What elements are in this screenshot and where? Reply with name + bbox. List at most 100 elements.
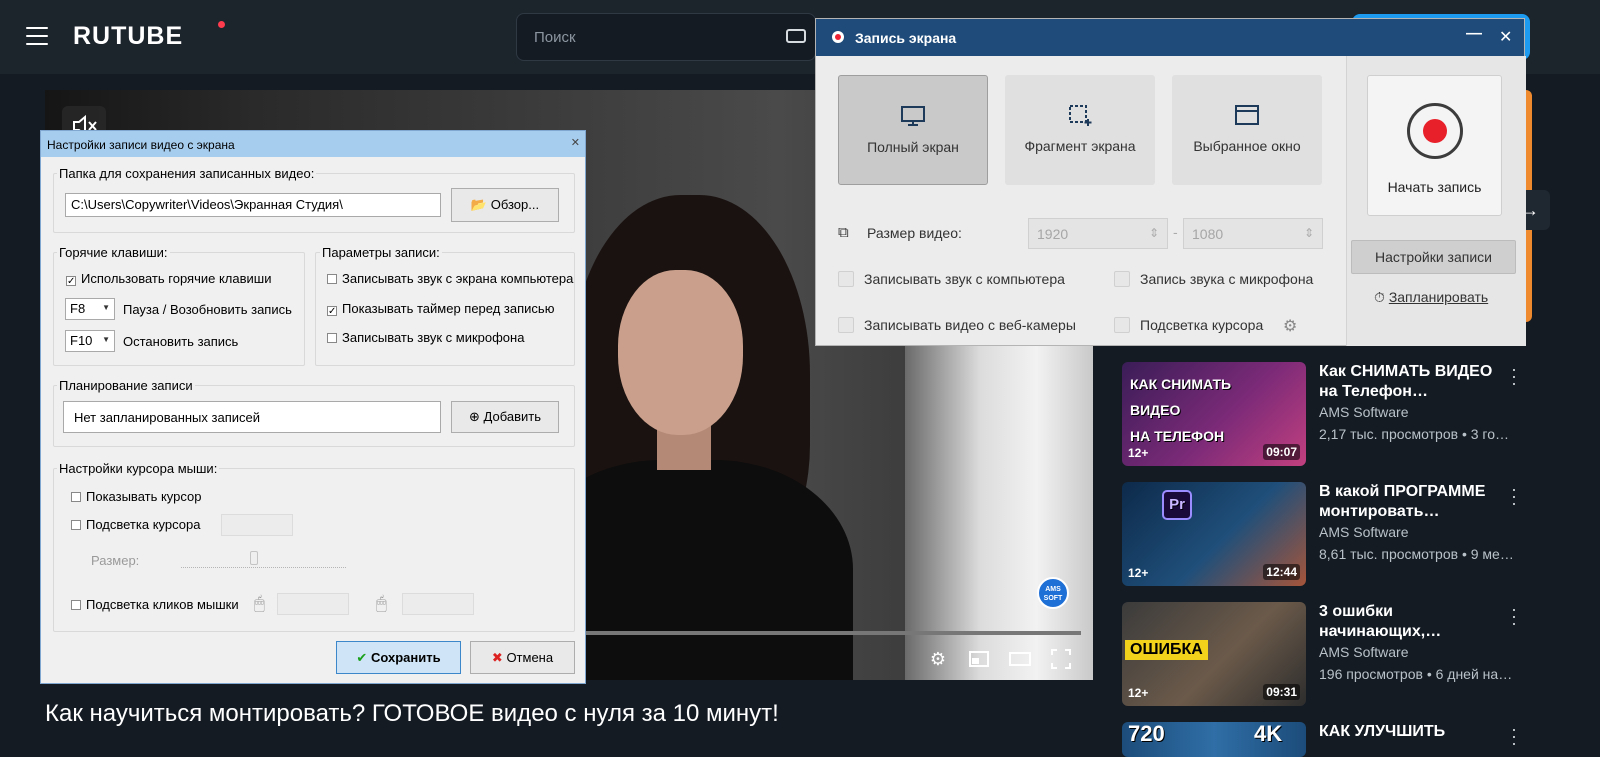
checkbox[interactable]: [327, 274, 337, 284]
record-settings-button[interactable]: Настройки записи: [1351, 240, 1516, 274]
browse-label: Обзор...: [490, 197, 540, 212]
size-separator: -: [1173, 224, 1178, 240]
add-schedule-button[interactable]: ⊕ Добавить: [451, 401, 559, 433]
highlight-cursor-checkbox[interactable]: Подсветка курсора: [71, 517, 200, 532]
more-options-icon[interactable]: · · ·: [1510, 722, 1518, 752]
pause-key-select[interactable]: F8: [65, 298, 115, 320]
cancel-button[interactable]: ✖ Отмена: [470, 641, 575, 674]
recommendation-title[interactable]: Как СНИМАТЬ ВИДЕО на Телефон…: [1319, 362, 1499, 402]
show-timer-checkbox[interactable]: ✓ Показывать таймер перед записью: [327, 301, 554, 317]
show-cursor-checkbox[interactable]: Показывать курсор: [71, 489, 202, 504]
theater-mode-icon[interactable]: [1009, 648, 1031, 670]
screen-recorder-window: Запись экрана — ✕ Полный экран Фрагмент …: [815, 18, 1526, 346]
checkbox[interactable]: [327, 333, 337, 343]
checkbox[interactable]: [838, 271, 854, 287]
recommendation-thumbnail[interactable]: КАК СНИМАТЬ ВИДЕО НА ТЕЛЕФОН 12+ 09:07: [1122, 362, 1306, 466]
settings-gear-icon[interactable]: ⚙: [927, 648, 949, 670]
channel-name[interactable]: AMS Software: [1319, 644, 1408, 660]
recommendation-thumbnail[interactable]: Pr 12+ 12:44: [1122, 482, 1306, 586]
close-icon[interactable]: ✕: [571, 136, 580, 149]
expand-corners-icon: [1051, 649, 1071, 669]
channel-name[interactable]: AMS Software: [1319, 404, 1408, 420]
left-click-color-picker[interactable]: [277, 593, 349, 615]
mic-checkbox[interactable]: Запись звука с микрофона: [1114, 271, 1313, 287]
mode-fullscreen[interactable]: Полный экран: [838, 75, 988, 185]
checkbox[interactable]: [71, 520, 81, 530]
more-options-icon[interactable]: · · ·: [1510, 360, 1518, 392]
height-input[interactable]: 1080: [1183, 218, 1323, 249]
rec-mic-checkbox[interactable]: Записывать звук с микрофона: [327, 330, 524, 345]
plus-circle-icon: ⊕: [469, 409, 480, 424]
minimize-icon[interactable]: —: [1466, 25, 1482, 43]
view-meta: 196 просмотров • 6 дней на…: [1319, 666, 1513, 682]
width-input[interactable]: 1920: [1028, 218, 1168, 249]
rec-screen-sound-checkbox[interactable]: Записывать звук с экрана компьютера: [327, 271, 573, 286]
size-slider-track[interactable]: [181, 567, 346, 568]
size-slider-handle[interactable]: [250, 551, 258, 565]
fullscreen-icon[interactable]: [1050, 648, 1072, 670]
menu-icon[interactable]: [26, 27, 48, 45]
gear-icon[interactable]: ⚙: [1283, 316, 1297, 336]
mode-window-label: Выбранное окно: [1193, 138, 1301, 154]
webcam-checkbox[interactable]: Записывать видео с веб-камеры: [838, 317, 1076, 333]
computer-sound-checkbox[interactable]: Записывать звук с компьютера: [838, 271, 1065, 287]
ams-soft-badge: AMS SOFT: [1037, 577, 1069, 609]
logo-dot: [218, 21, 225, 28]
picture-in-picture-icon: [969, 651, 989, 667]
checkbox[interactable]: [71, 600, 81, 610]
view-meta: 8,61 тыс. просмотров • 9 ме…: [1319, 546, 1514, 562]
close-icon[interactable]: ✕: [1499, 27, 1512, 47]
recommendation-thumbnail[interactable]: 720 4K: [1122, 722, 1306, 757]
more-options-icon[interactable]: · · ·: [1510, 600, 1518, 632]
cursor-color-picker[interactable]: [221, 514, 293, 536]
mode-window[interactable]: Выбранное окно: [1172, 75, 1322, 185]
webcam-label: Записывать видео с веб-камеры: [864, 317, 1076, 333]
recommendation-item[interactable]: Pr 12+ 12:44 В какой ПРОГРАММЕ монтирова…: [1122, 480, 1542, 588]
folder-group-label: Папка для сохранения записанных видео:: [57, 166, 317, 181]
save-button[interactable]: ✔ Сохранить: [336, 641, 461, 674]
start-recording-button[interactable]: Начать запись: [1367, 75, 1502, 216]
recommendation-item[interactable]: КАК СНИМАТЬ ВИДЕО НА ТЕЛЕФОН 12+ 09:07 К…: [1122, 360, 1542, 468]
recommendation-item[interactable]: 720 4K КАК УЛУЧШИТЬ · · ·: [1122, 722, 1542, 757]
stop-key-select[interactable]: F10: [65, 330, 115, 352]
record-dot-icon: [832, 31, 844, 43]
video-duration: 09:07: [1263, 444, 1300, 460]
browse-button[interactable]: 📂 Обзор...: [451, 188, 559, 222]
checkbox[interactable]: [1114, 317, 1130, 333]
stop-label: Остановить запись: [123, 334, 239, 349]
search-input[interactable]: Поиск: [516, 13, 816, 61]
highlight-clicks-checkbox[interactable]: Подсветка кликов мышки: [71, 597, 239, 612]
recorder-titlebar[interactable]: Запись экрана — ✕: [816, 19, 1524, 56]
checkbox-checked[interactable]: ✓: [327, 306, 337, 317]
rutube-logo[interactable]: RUTUBE: [73, 22, 183, 51]
thumb-text: 4K: [1254, 722, 1283, 746]
recommendation-title[interactable]: КАК УЛУЧШИТЬ: [1319, 722, 1499, 742]
use-hotkeys-checkbox[interactable]: ✓ Использовать горячие клавиши: [66, 271, 272, 287]
recommendation-title[interactable]: В какой ПРОГРАММЕ монтировать…: [1319, 482, 1499, 522]
cursor-highlight-label: Подсветка курсора: [1140, 317, 1264, 333]
checkbox[interactable]: [71, 492, 81, 502]
recommendation-item[interactable]: ОШИБКА 12+ 09:31 3 ошибки начинающих,… A…: [1122, 600, 1542, 708]
recommendation-thumbnail[interactable]: ОШИБКА 12+ 09:31: [1122, 602, 1306, 706]
recommendation-title[interactable]: 3 ошибки начинающих,…: [1319, 602, 1499, 642]
pip-icon[interactable]: [968, 648, 990, 670]
checkbox[interactable]: [838, 317, 854, 333]
checkbox-checked[interactable]: ✓: [66, 276, 76, 287]
checkbox[interactable]: [1114, 271, 1130, 287]
keyboard-icon[interactable]: [786, 29, 806, 43]
mode-fragment[interactable]: Фрагмент экрана: [1005, 75, 1155, 185]
dialog-titlebar[interactable]: Настройки записи видео с экрана ✕: [41, 131, 585, 157]
right-click-color-picker[interactable]: [402, 593, 474, 615]
schedule-link[interactable]: ⏱ Запланировать: [1374, 289, 1488, 306]
video-progress-bar[interactable]: [585, 631, 1081, 635]
use-hotkeys-label: Использовать горячие клавиши: [81, 271, 272, 286]
channel-name[interactable]: AMS Software: [1319, 524, 1408, 540]
more-options-icon[interactable]: · · ·: [1510, 480, 1518, 512]
dialog-title: Настройки записи видео с экрана: [47, 138, 235, 152]
highlight-cursor-label: Подсветка курсора: [86, 517, 201, 532]
select-region-icon: [1069, 105, 1092, 126]
pause-label: Пауза / Возобновить запись: [123, 302, 292, 317]
folder-path-input[interactable]: C:\Users\Copywriter\Videos\Экранная Студ…: [65, 193, 441, 217]
schedule-input[interactable]: Нет запланированных записей: [63, 401, 441, 433]
cursor-highlight-checkbox[interactable]: Подсветка курсора: [1114, 317, 1263, 333]
